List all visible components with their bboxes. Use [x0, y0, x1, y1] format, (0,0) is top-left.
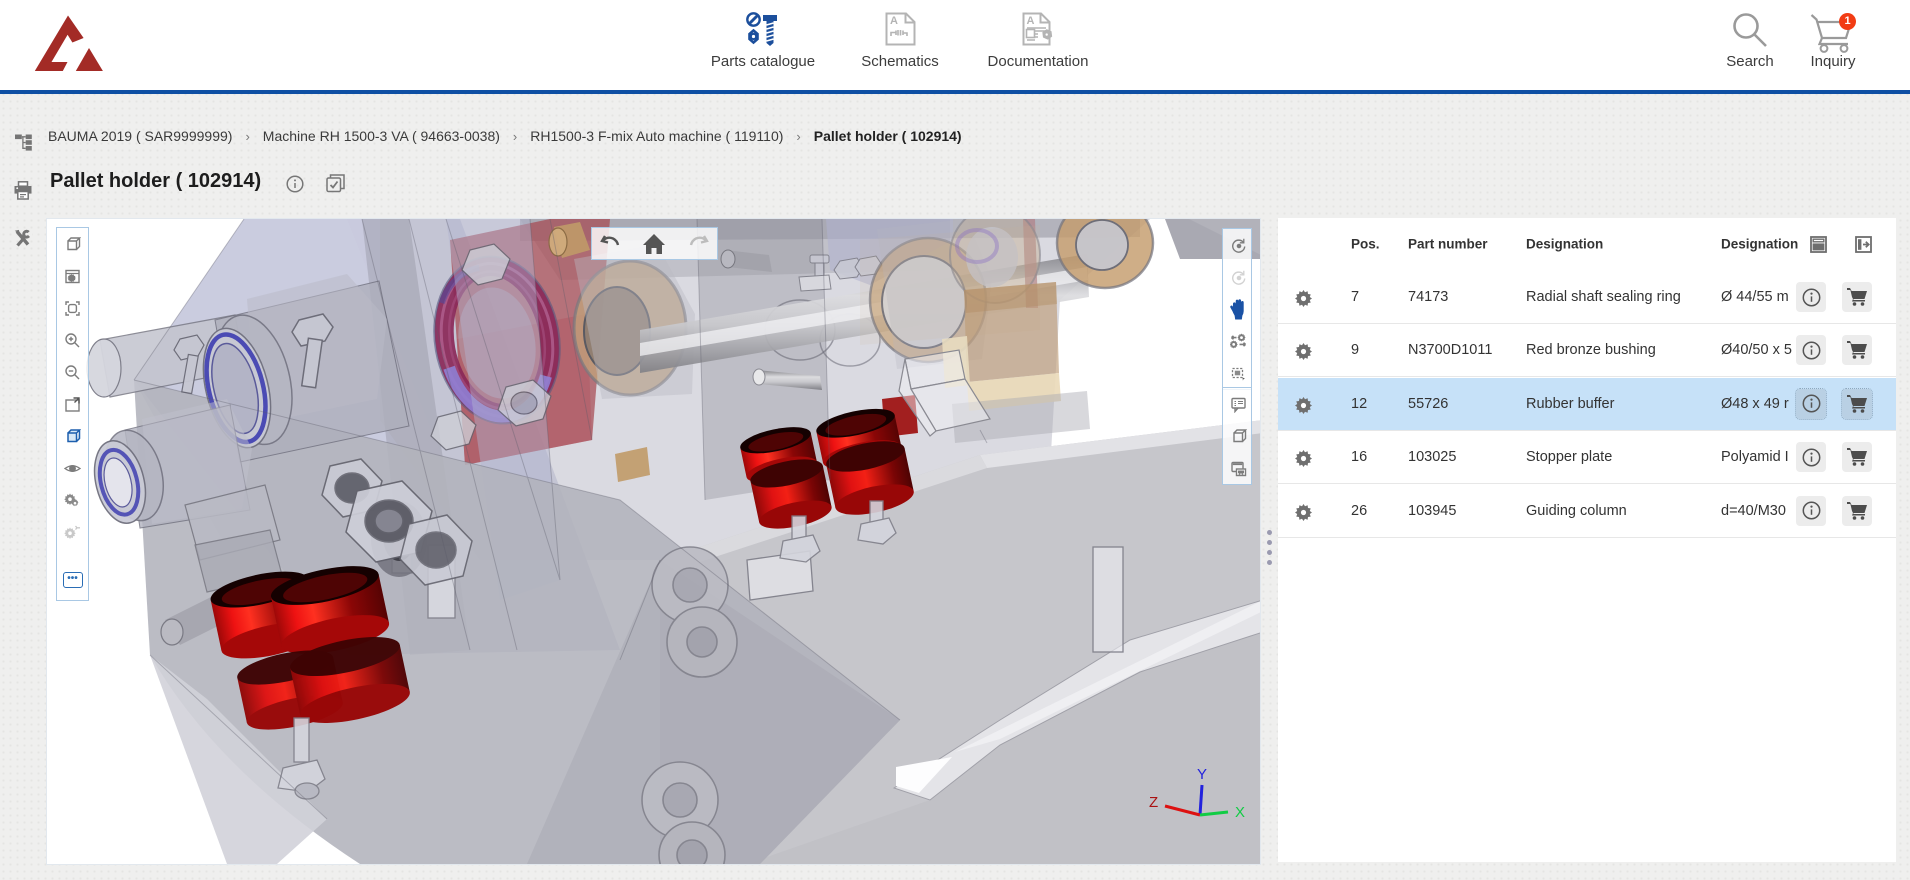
svg-text:A: A — [1027, 15, 1035, 27]
svg-text:Y: Y — [1197, 766, 1207, 783]
svg-text:Z: Z — [1149, 794, 1158, 811]
svg-text:A: A — [890, 15, 898, 27]
svg-text:X: X — [1235, 804, 1245, 821]
